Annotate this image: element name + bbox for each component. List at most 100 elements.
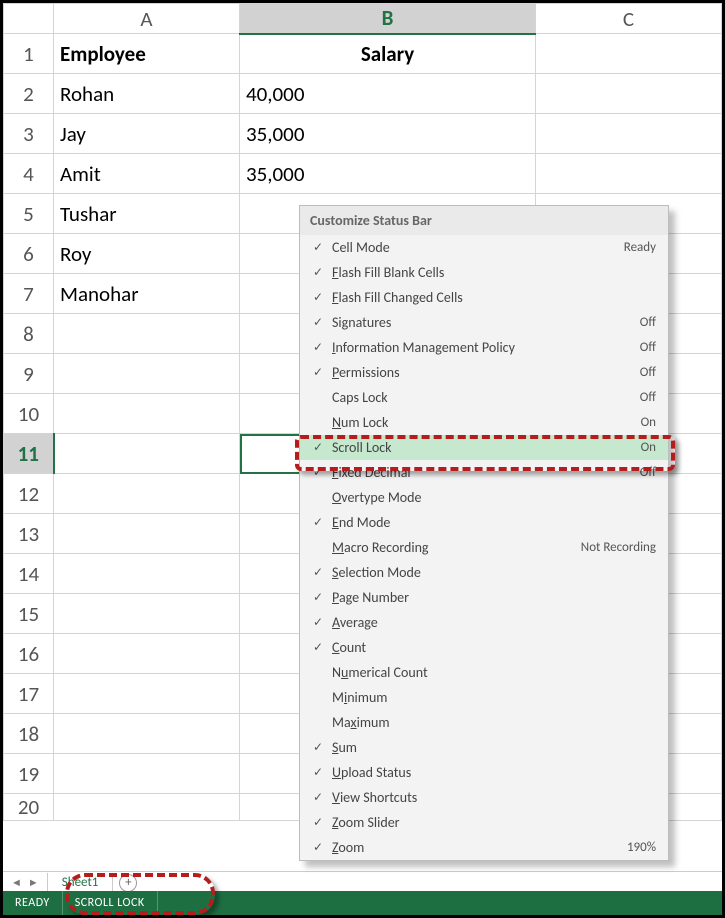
cell[interactable]: Rohan (54, 74, 240, 114)
menu-item-maximum[interactable]: Maximum (300, 710, 668, 735)
cell[interactable] (54, 714, 240, 754)
row-header[interactable]: 2 (4, 74, 54, 114)
cell[interactable] (54, 434, 240, 474)
menu-item-label: Information Management Policy (328, 339, 632, 356)
menu-item-average[interactable]: ✓Average (300, 610, 668, 635)
menu-item-flash-fill-changed-cells[interactable]: ✓Flash Fill Changed Cells (300, 285, 668, 310)
row-header[interactable]: 12 (4, 474, 54, 514)
menu-item-zoom-slider[interactable]: ✓Zoom Slider (300, 810, 668, 835)
cell[interactable]: Amit (54, 154, 240, 194)
cell[interactable]: Roy (54, 234, 240, 274)
row-header[interactable]: 17 (4, 674, 54, 714)
row-header[interactable]: 6 (4, 234, 54, 274)
menu-item-label: Cell Mode (328, 239, 616, 256)
menu-item-sum[interactable]: ✓Sum (300, 735, 668, 760)
row-header[interactable]: 18 (4, 714, 54, 754)
cell[interactable]: 35,000 (240, 154, 536, 194)
row-header[interactable]: 20 (4, 794, 54, 821)
cell[interactable] (54, 394, 240, 434)
row-header[interactable]: 1 (4, 34, 54, 74)
cell[interactable]: Salary (240, 34, 536, 74)
menu-item-label: Count (328, 639, 656, 656)
menu-item-label: Signatures (328, 314, 632, 331)
cell[interactable]: Jay (54, 114, 240, 154)
cell[interactable] (54, 634, 240, 674)
cell[interactable] (536, 154, 722, 194)
row-header[interactable]: 4 (4, 154, 54, 194)
check-icon: ✓ (308, 365, 328, 380)
menu-item-numerical-count[interactable]: Numerical Count (300, 660, 668, 685)
menu-item-label: Page Number (328, 589, 656, 606)
menu-item-value: Off (632, 365, 656, 380)
cell[interactable]: Employee (54, 34, 240, 74)
menu-item-zoom[interactable]: ✓Zoom190% (300, 835, 668, 860)
row-header[interactable]: 15 (4, 594, 54, 634)
menu-item-permissions[interactable]: ✓PermissionsOff (300, 360, 668, 385)
row-header[interactable]: 3 (4, 114, 54, 154)
menu-item-page-number[interactable]: ✓Page Number (300, 585, 668, 610)
menu-item-overtype-mode[interactable]: Overtype Mode (300, 485, 668, 510)
menu-item-minimum[interactable]: Minimum (300, 685, 668, 710)
cell[interactable]: Tushar (54, 194, 240, 234)
cell[interactable] (536, 74, 722, 114)
cell[interactable] (54, 794, 240, 821)
menu-item-label: Caps Lock (328, 389, 632, 406)
row-header[interactable]: 7 (4, 274, 54, 314)
menu-item-information-management-policy[interactable]: ✓Information Management PolicyOff (300, 335, 668, 360)
menu-item-label: Numerical Count (328, 664, 656, 681)
tab-nav-arrows[interactable]: ◄► (3, 876, 47, 889)
check-icon: ✓ (308, 465, 328, 480)
cell[interactable] (54, 754, 240, 794)
check-icon: ✓ (308, 240, 328, 255)
menu-item-caps-lock[interactable]: Caps LockOff (300, 385, 668, 410)
row-header[interactable]: 5 (4, 194, 54, 234)
cell[interactable] (54, 354, 240, 394)
menu-item-scroll-lock[interactable]: ✓Scroll LockOn (300, 435, 668, 460)
cell[interactable] (54, 554, 240, 594)
col-header-C[interactable]: C (536, 4, 722, 34)
col-header-B[interactable]: B (240, 4, 536, 34)
menu-item-label: Macro Recording (328, 539, 573, 556)
row-header[interactable]: 16 (4, 634, 54, 674)
sheet-tab-bar: ◄► Sheet1 + (3, 871, 722, 893)
row-header[interactable]: 19 (4, 754, 54, 794)
menu-item-label: Permissions (328, 364, 632, 381)
menu-item-view-shortcuts[interactable]: ✓View Shortcuts (300, 785, 668, 810)
cell[interactable]: 40,000 (240, 74, 536, 114)
check-icon: ✓ (308, 315, 328, 330)
menu-item-fixed-decimal[interactable]: ✓Fixed DecimalOff (300, 460, 668, 485)
cell[interactable] (54, 674, 240, 714)
menu-item-label: Num Lock (328, 414, 633, 431)
menu-item-value: Not Recording (573, 540, 656, 555)
cell[interactable] (536, 34, 722, 74)
select-all-corner[interactable] (4, 4, 54, 34)
menu-item-upload-status[interactable]: ✓Upload Status (300, 760, 668, 785)
menu-item-flash-fill-blank-cells[interactable]: ✓Flash Fill Blank Cells (300, 260, 668, 285)
sheet-tab[interactable]: Sheet1 (47, 873, 114, 893)
row-header[interactable]: 9 (4, 354, 54, 394)
new-sheet-button[interactable]: + (119, 874, 137, 892)
menu-item-selection-mode[interactable]: ✓Selection Mode (300, 560, 668, 585)
cell[interactable] (54, 314, 240, 354)
cell[interactable]: 35,000 (240, 114, 536, 154)
row-header[interactable]: 11 (4, 434, 54, 474)
menu-item-num-lock[interactable]: Num LockOn (300, 410, 668, 435)
menu-item-cell-mode[interactable]: ✓Cell ModeReady (300, 235, 668, 260)
cell[interactable]: Manohar (54, 274, 240, 314)
menu-item-value: 190% (619, 840, 656, 855)
menu-item-end-mode[interactable]: ✓End Mode (300, 510, 668, 535)
menu-item-value: Off (632, 465, 656, 480)
row-header[interactable]: 14 (4, 554, 54, 594)
row-header[interactable]: 10 (4, 394, 54, 434)
row-header[interactable]: 13 (4, 514, 54, 554)
cell[interactable] (54, 594, 240, 634)
cell[interactable] (54, 474, 240, 514)
row-header[interactable]: 8 (4, 314, 54, 354)
menu-item-count[interactable]: ✓Count (300, 635, 668, 660)
cell[interactable] (54, 514, 240, 554)
cell[interactable] (536, 114, 722, 154)
menu-item-signatures[interactable]: ✓SignaturesOff (300, 310, 668, 335)
menu-item-macro-recording[interactable]: Macro RecordingNot Recording (300, 535, 668, 560)
col-header-A[interactable]: A (54, 4, 240, 34)
customize-status-bar-menu[interactable]: Customize Status Bar ✓Cell ModeReady✓Fla… (299, 205, 669, 861)
